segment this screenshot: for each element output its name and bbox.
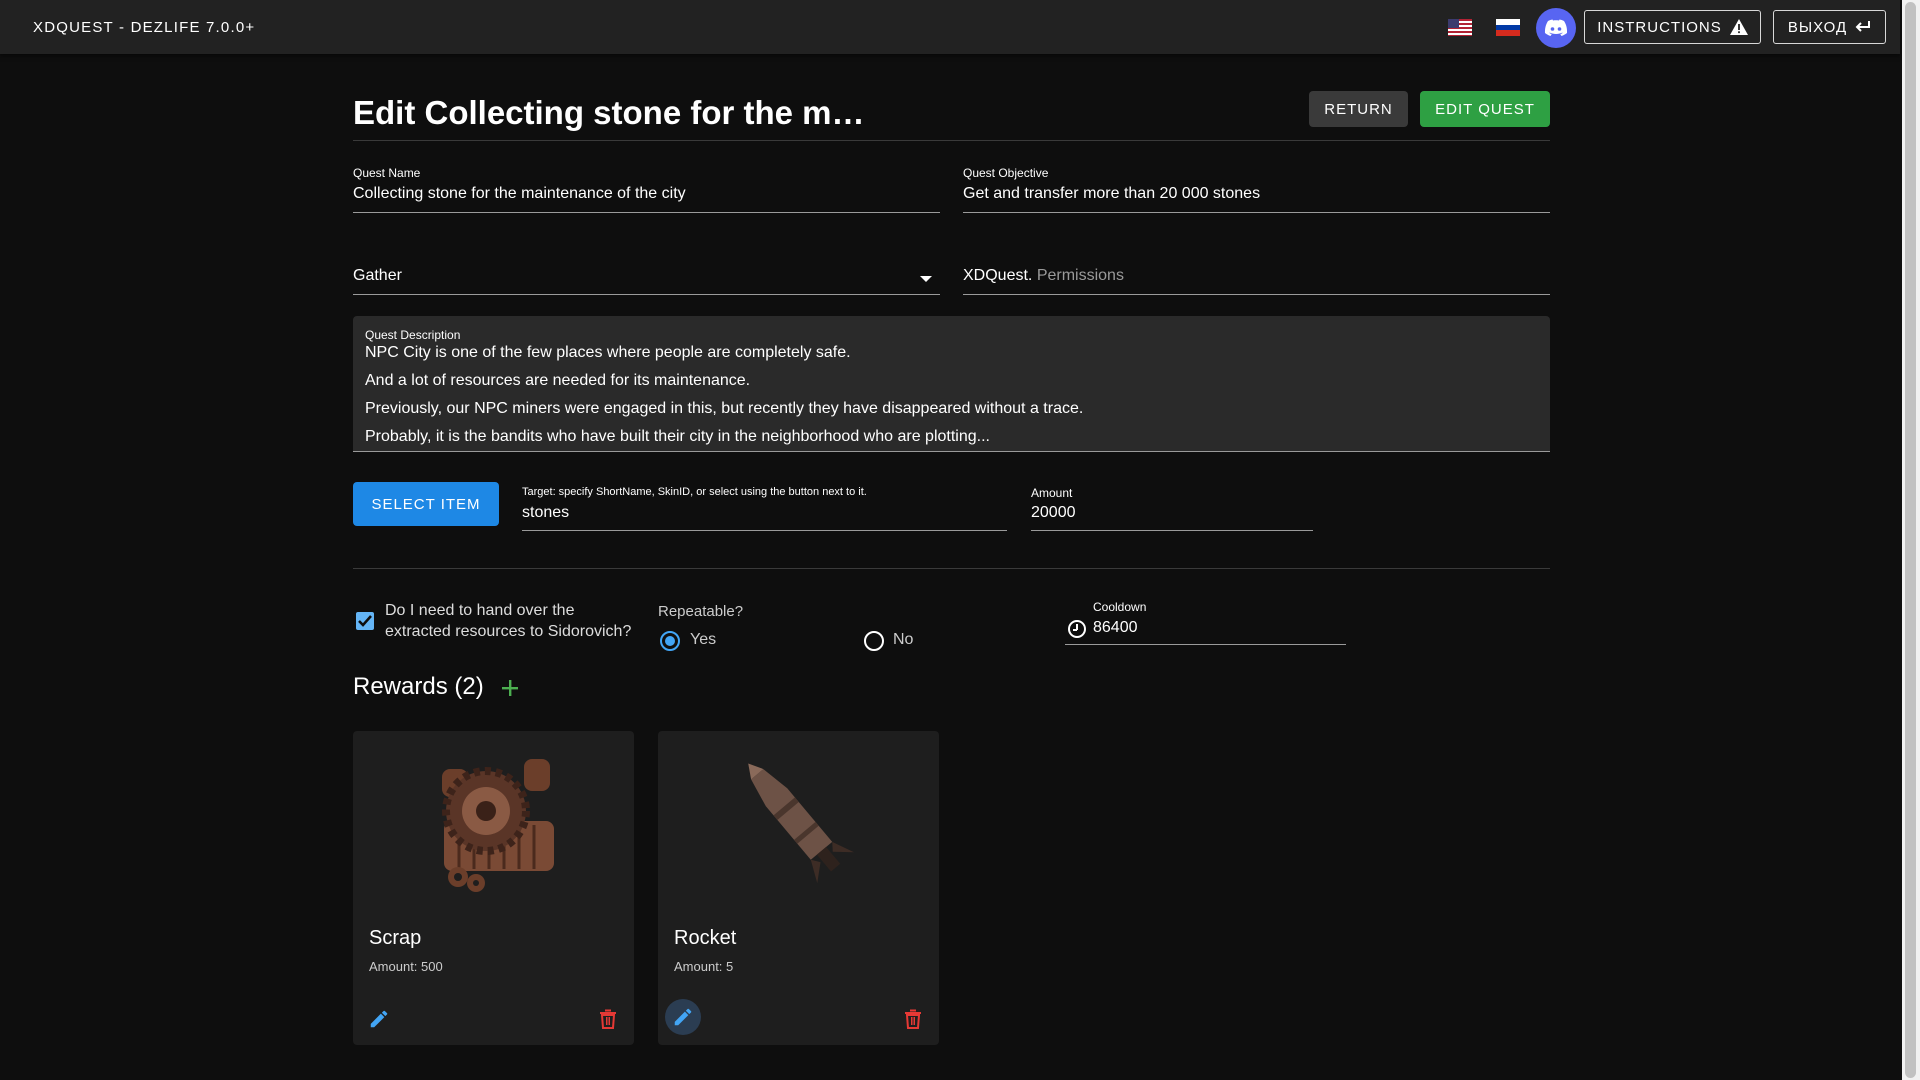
reward-name: Rocket [674,927,737,949]
repeatable-yes-radio[interactable] [660,631,680,651]
clock-icon [1068,620,1086,638]
return-arrow-icon [1855,21,1871,32]
permissions-field[interactable]: XDQuest. Permissions [963,262,1550,295]
page-title: Edit Collecting stone for the m… [353,94,865,131]
warning-icon [1729,19,1748,35]
dropdown-arrow-icon [920,276,932,282]
target-field[interactable]: Target: specify ShortName, SkinID, or se… [522,486,1007,531]
rewards-title: Rewards (2) [353,673,484,700]
reward-amount: Amount: 5 [674,959,734,974]
discord-button[interactable] [1536,8,1576,48]
cooldown-input[interactable]: 86400 [1093,619,1138,637]
discord-icon [1544,19,1568,36]
select-item-button[interactable]: SELECT ITEM [353,482,499,526]
reward-name: Scrap [369,927,422,949]
amount-field[interactable]: Amount 20000 [1031,486,1313,531]
quest-name-label: Quest Name [353,166,421,180]
quest-objective-label: Quest Objective [963,166,1049,180]
permissions-input[interactable]: XDQuest. Permissions [963,267,1124,285]
cooldown-label: Cooldown [1093,600,1147,614]
edit-quest-button[interactable]: EDIT QUEST [1420,91,1550,127]
us-flag-icon[interactable] [1448,19,1472,36]
permissions-placeholder: Permissions [1036,267,1124,284]
quest-objective-field[interactable]: Quest Objective Get and transfer more th… [963,166,1550,213]
description-line: And a lot of resources are needed for it… [365,372,751,389]
add-reward-icon[interactable] [500,673,524,701]
description-line: NPC City is one of the few places where … [365,344,851,361]
checkmark-icon [358,615,372,627]
reward-amount: Amount: 500 [369,959,443,974]
quest-description-textarea[interactable]: Quest Description NPC City is one of the… [353,316,1550,452]
edit-reward-icon[interactable] [365,1005,393,1033]
return-button[interactable]: RETURN [1309,91,1408,127]
repeatable-no-label[interactable]: No [893,631,913,649]
russia-flag-icon[interactable] [1496,19,1520,36]
reward-card: Rocket Amount: 5 [658,731,939,1045]
hand-over-checkbox[interactable] [356,612,374,630]
instructions-label: INSTRUCTIONS [1597,18,1722,36]
scrap-item-image [441,759,554,892]
repeatable-label: Repeatable? [658,603,744,620]
cooldown-field[interactable]: Cooldown 86400 [1065,600,1346,645]
target-label: Target: specify ShortName, SkinID, or se… [522,486,867,498]
quest-name-field[interactable]: Quest Name Collecting stone for the main… [353,166,940,213]
quest-name-input[interactable]: Collecting stone for the maintenance of … [353,185,686,203]
quest-type-select[interactable]: Gather [353,262,940,295]
target-input[interactable]: stones [522,504,569,522]
quest-objective-input[interactable]: Get and transfer more than 20 000 stones [963,185,1260,203]
edit-reward-icon[interactable] [665,999,701,1035]
exit-button[interactable]: ВЫХОД [1773,10,1886,44]
repeatable-yes-label[interactable]: Yes [690,631,716,649]
header-divider [353,140,1550,141]
quest-type-value: Gather [353,267,402,284]
section-divider [353,568,1550,569]
hand-over-label: Do I need to hand over the extracted res… [385,602,632,640]
reward-card: Scrap Amount: 500 [353,731,634,1045]
app-title: XDQUEST - DEZLIFE 7.0.0+ [33,19,256,36]
delete-reward-icon[interactable] [594,1005,622,1033]
exit-label: ВЫХОД [1787,18,1848,36]
repeatable-no-radio[interactable] [864,631,884,651]
instructions-button[interactable]: INSTRUCTIONS [1584,10,1761,44]
permissions-prefix: XDQuest. [963,267,1033,284]
amount-input[interactable]: 20000 [1031,504,1076,522]
quest-description-label: Quest Description [365,328,461,342]
scrollbar-thumb[interactable] [1905,2,1916,1078]
top-app-bar: XDQUEST - DEZLIFE 7.0.0+ INSTRUCTIONS ВЫ… [0,0,1900,54]
rocket-item-image [747,763,854,884]
description-line: Probably, it is the bandits who have bui… [365,428,990,445]
amount-label: Amount [1031,486,1073,500]
description-line: Previously, our NPC miners were engaged … [365,400,1084,417]
delete-reward-icon[interactable] [899,1005,927,1033]
